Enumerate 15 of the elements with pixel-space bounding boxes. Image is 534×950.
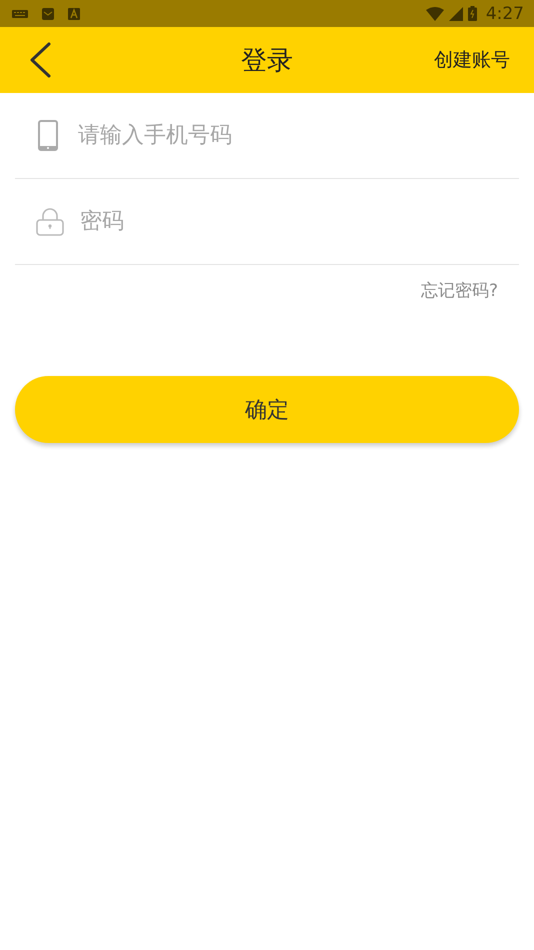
battery-icon (468, 6, 477, 21)
font-icon (68, 8, 80, 20)
page-title: 登录 (241, 44, 293, 78)
signal-icon (448, 6, 463, 20)
input-field[interactable]: 密码 (80, 201, 519, 242)
status-time: 4:27 (486, 4, 524, 24)
keyboard-icon (12, 10, 28, 18)
input-field[interactable]: 请输入手机号码 (78, 115, 519, 156)
phone-icon (38, 120, 58, 151)
back-icon[interactable] (28, 42, 52, 78)
mail-icon (42, 8, 54, 20)
create-account-button[interactable]: 创建账号 (434, 43, 510, 77)
wifi-icon (426, 6, 444, 20)
confirm-button[interactable]: 确定 (15, 376, 519, 443)
lock-icon (36, 208, 64, 236)
